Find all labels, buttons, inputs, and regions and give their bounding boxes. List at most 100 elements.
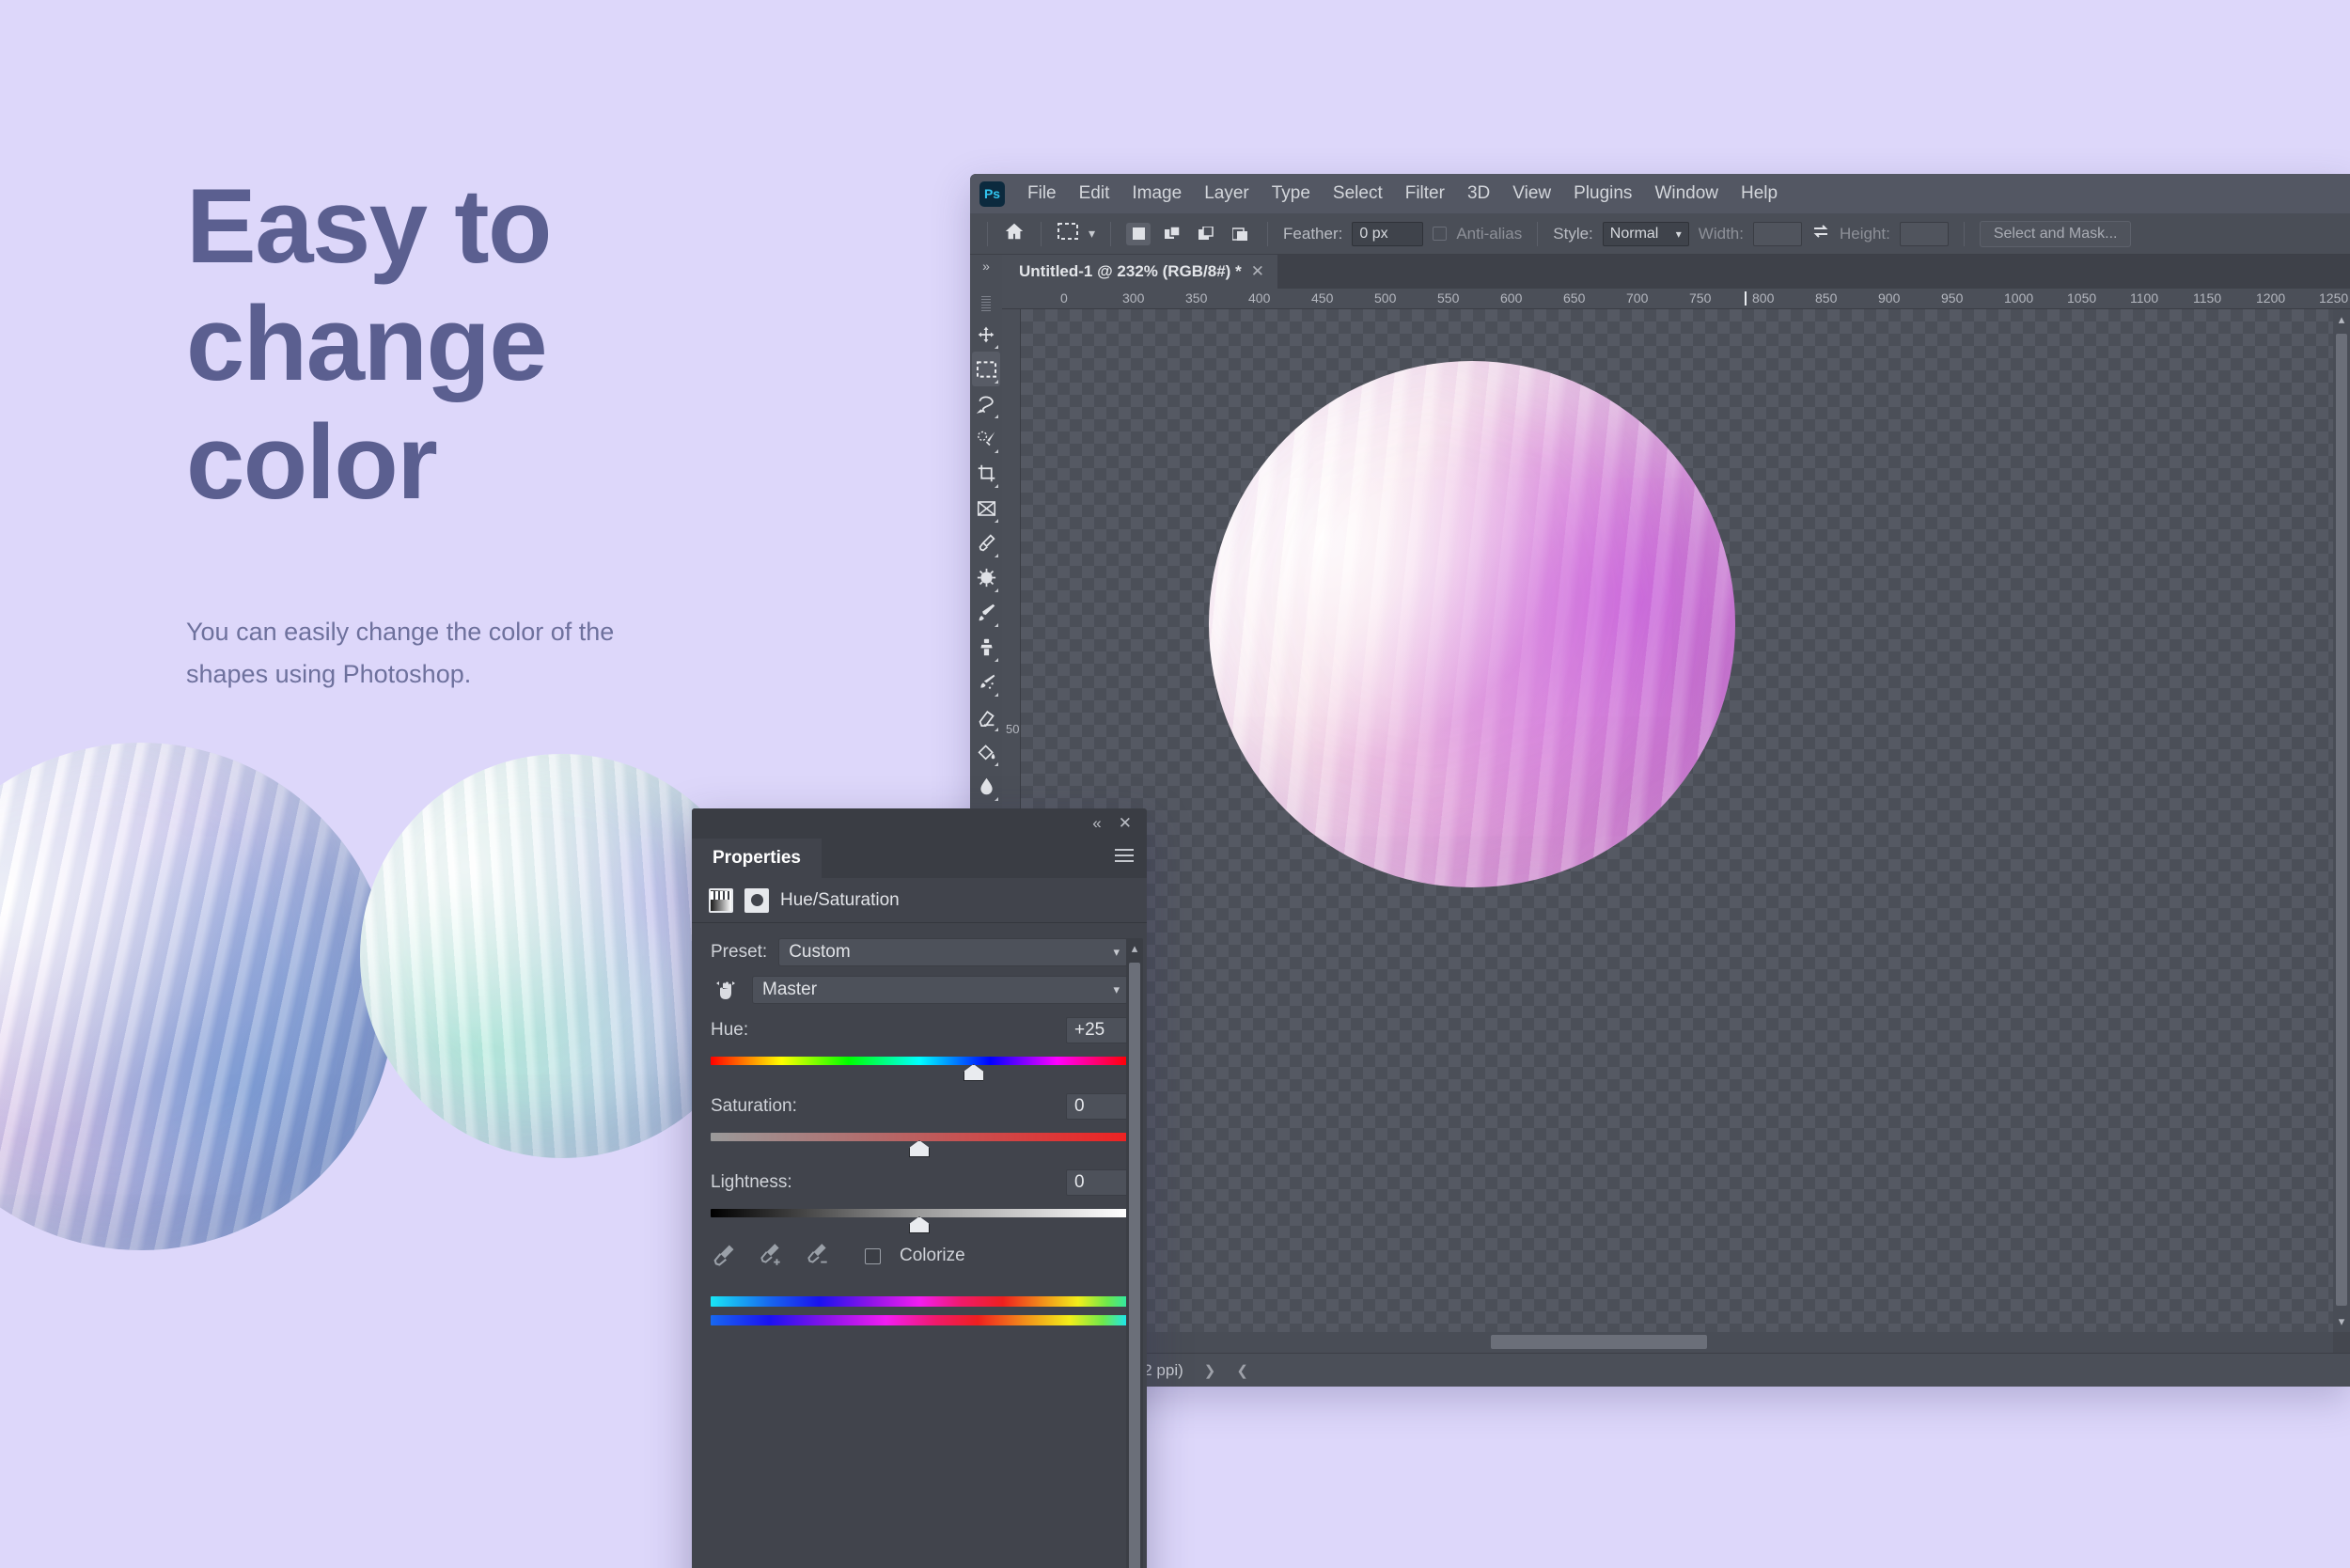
menu-item-plugins[interactable]: Plugins: [1562, 180, 1643, 208]
blur-tool[interactable]: [972, 769, 1000, 804]
artwork-sphere-pink[interactable]: [1209, 361, 1735, 887]
lasso-tool[interactable]: [972, 386, 1000, 421]
scrollbar-thumb[interactable]: [1491, 1335, 1707, 1349]
panel-grip[interactable]: [981, 296, 991, 311]
on-image-adjust-icon[interactable]: [711, 979, 741, 1001]
marquee-tool-icon[interactable]: [1057, 221, 1079, 247]
hue-input[interactable]: +25: [1066, 1017, 1128, 1043]
saturation-input[interactable]: 0: [1066, 1093, 1128, 1120]
scrollbar-thumb[interactable]: [2336, 334, 2347, 1306]
eyedropper-icon[interactable]: [711, 1242, 739, 1270]
rectangular-marquee-tool[interactable]: [972, 352, 1000, 386]
spot-healing-brush-tool[interactable]: [972, 560, 1000, 595]
width-input[interactable]: [1752, 221, 1802, 246]
eyedropper-subtract-icon[interactable]: [805, 1242, 833, 1270]
subtract-from-selection-icon[interactable]: [1194, 223, 1218, 245]
add-to-selection-icon[interactable]: [1160, 223, 1184, 245]
ruler-tick: 1000: [2004, 290, 2034, 306]
lightness-knob[interactable]: [909, 1216, 930, 1233]
select-and-mask-button[interactable]: Select and Mask...: [1979, 220, 2132, 247]
style-select[interactable]: Normal ▾: [1602, 221, 1689, 246]
menu-item-filter[interactable]: Filter: [1394, 180, 1456, 208]
menu-item-type[interactable]: Type: [1261, 180, 1322, 208]
image-canvas[interactable]: [1021, 309, 2333, 1332]
lightness-input[interactable]: 0: [1066, 1169, 1128, 1196]
chevron-left-icon[interactable]: ❮: [1236, 1362, 1248, 1379]
result-color-bar[interactable]: [711, 1315, 1128, 1325]
menu-item-3d[interactable]: 3D: [1456, 180, 1501, 208]
scrollbar-thumb[interactable]: [1129, 963, 1140, 1568]
gradient-thumbnail-icon[interactable]: [709, 887, 733, 913]
preset-select[interactable]: Custom ▾: [778, 938, 1128, 966]
chevron-right-icon[interactable]: ❯: [1204, 1362, 1216, 1379]
saturation-track[interactable]: [711, 1133, 1128, 1157]
menu-item-select[interactable]: Select: [1322, 180, 1394, 208]
horizontal-ruler[interactable]: 0 300 350 400 450 500 550 600 650 700 75…: [1002, 289, 2350, 309]
saturation-knob[interactable]: [909, 1140, 930, 1157]
menu-item-image[interactable]: Image: [1120, 180, 1193, 208]
canvas-vertical-scrollbar[interactable]: ▴ ▾: [2333, 309, 2350, 1332]
eyedropper-tool[interactable]: [972, 525, 1000, 560]
lightness-track[interactable]: [711, 1209, 1128, 1233]
tool-corner-marker: [995, 693, 998, 697]
layer-mask-icon[interactable]: [744, 887, 769, 913]
scroll-down-icon[interactable]: ▾: [2339, 1314, 2345, 1329]
home-icon[interactable]: [1003, 221, 1026, 247]
colorize-checkbox[interactable]: [865, 1247, 881, 1264]
frame-tool[interactable]: [972, 491, 1000, 525]
ruler-tick: 1050: [2067, 290, 2097, 306]
menu-item-file[interactable]: File: [1016, 180, 1068, 208]
preset-row: Preset: Custom ▾: [711, 938, 1128, 966]
tab-properties[interactable]: Properties: [692, 839, 822, 878]
collapse-panels-icon[interactable]: »: [970, 255, 1002, 289]
scroll-up-icon[interactable]: ▴: [2339, 312, 2345, 327]
eyedropper-add-icon[interactable]: [758, 1242, 786, 1270]
menu-item-layer[interactable]: Layer: [1193, 180, 1261, 208]
clone-stamp-tool[interactable]: [972, 630, 1000, 665]
divider: [1110, 221, 1112, 246]
scroll-up-icon[interactable]: ▴: [1132, 941, 1138, 956]
move-tool[interactable]: [972, 317, 1000, 352]
channel-select[interactable]: Master ▾: [752, 976, 1128, 1004]
document-tab-title: Untitled-1 @ 232% (RGB/8#) *: [1019, 262, 1242, 280]
height-input[interactable]: [1899, 221, 1949, 246]
chevron-down-icon[interactable]: ▾: [1089, 226, 1095, 242]
workspace: 0 300 350 400 450 500 550 600 650 700 75…: [970, 289, 2350, 1387]
ruler-tick: 1100: [2130, 290, 2159, 306]
antialias-checkbox[interactable]: [1433, 227, 1448, 241]
menu-item-help[interactable]: Help: [1730, 180, 1789, 208]
hue-header: Hue: +25: [711, 1017, 1128, 1043]
menu-item-view[interactable]: View: [1501, 180, 1562, 208]
crop-tool[interactable]: [972, 456, 1000, 491]
adjustment-header: Hue/Saturation: [692, 878, 1147, 923]
tool-corner-marker: [995, 554, 998, 557]
hue-knob[interactable]: [963, 1064, 984, 1081]
source-color-bar[interactable]: [711, 1296, 1128, 1307]
document-tab[interactable]: Untitled-1 @ 232% (RGB/8#) * ✕: [1002, 255, 1277, 289]
collapse-icon[interactable]: «: [1092, 814, 1101, 833]
history-brush-tool[interactable]: [972, 665, 1000, 699]
eraser-tool[interactable]: [972, 699, 1000, 734]
menu-item-window[interactable]: Window: [1643, 180, 1730, 208]
panel-scrollbar[interactable]: ▴ ▾: [1126, 938, 1143, 1568]
feather-input[interactable]: 0 px: [1352, 221, 1424, 246]
brush-tool[interactable]: [972, 595, 1000, 630]
decorative-sphere-blue: [0, 743, 395, 1250]
new-selection-icon[interactable]: [1126, 222, 1152, 245]
menu-item-edit[interactable]: Edit: [1068, 180, 1121, 208]
hue-track[interactable]: [711, 1057, 1128, 1081]
canvas-horizontal-scrollbar[interactable]: [1021, 1332, 2333, 1353]
tool-corner-marker: [995, 449, 998, 453]
swap-arrows-icon[interactable]: [1811, 223, 1830, 245]
close-icon[interactable]: ✕: [1251, 262, 1264, 281]
gradient-tool[interactable]: [972, 734, 1000, 769]
page-subcopy: You can easily change the color of the s…: [186, 618, 615, 688]
panel-menu-icon[interactable]: [1115, 849, 1134, 866]
ruler-tick: 500: [1374, 290, 1397, 306]
intersect-selection-icon[interactable]: [1228, 223, 1252, 245]
object-selection-tool[interactable]: [972, 421, 1000, 456]
saturation-header: Saturation: 0: [711, 1093, 1128, 1120]
close-icon[interactable]: ✕: [1119, 814, 1132, 833]
saturation-label: Saturation:: [711, 1096, 797, 1116]
tool-corner-marker: [995, 588, 998, 592]
